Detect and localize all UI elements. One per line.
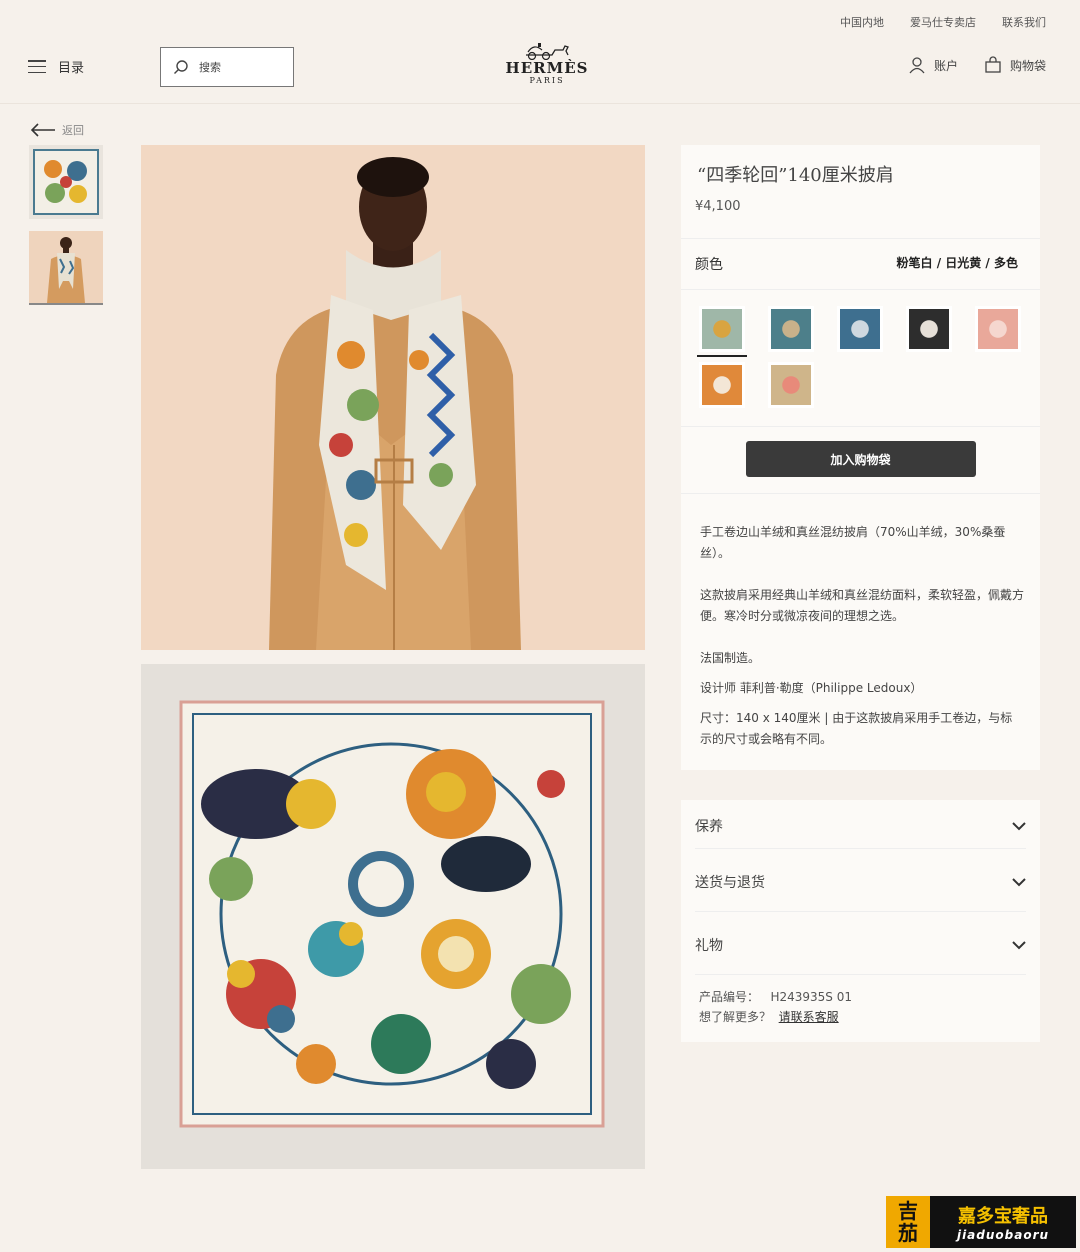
contact-service-link[interactable]: 请联系客服 — [779, 1010, 839, 1024]
help-row: 想了解更多？ 请联系客服 — [699, 1007, 1022, 1027]
scarf-flat-image — [179, 700, 605, 1128]
chevron-down-icon — [1012, 941, 1026, 950]
utility-links: 中国内地 爱马仕专卖店 联系我们 — [840, 14, 1046, 30]
model-thumbnail-image — [47, 237, 85, 303]
color-swatch[interactable] — [768, 362, 814, 408]
watermark-seal: 吉 茄 — [886, 1196, 930, 1248]
description-size: 尺寸：140 x 140厘米 | 由于这款披肩采用手工卷边，与标示的尺寸或会略有… — [700, 711, 1013, 746]
logo-city: PARIS — [529, 76, 565, 85]
watermark-text: 嘉多宝奢品 jiaduobaoru — [930, 1202, 1076, 1242]
sku-row: 产品编号： H243935S 01 — [699, 987, 1022, 1007]
arrow-left-icon — [30, 123, 55, 137]
bag-label: 购物袋 — [1009, 58, 1046, 73]
header-actions: 账户 购物袋 — [908, 56, 1046, 74]
chevron-down-icon — [1012, 822, 1026, 831]
contact-link[interactable]: 联系我们 — [1002, 14, 1046, 30]
menu-label: 目录 — [58, 61, 85, 76]
swatch-pattern — [840, 309, 880, 349]
color-swatches — [681, 290, 1040, 427]
back-label: 返回 — [62, 124, 84, 137]
region-link[interactable]: 中国内地 — [840, 14, 884, 30]
accordion-gift-label: 礼物 — [695, 938, 723, 954]
shopping-bag-icon — [985, 56, 1001, 73]
swatch-pattern — [978, 309, 1018, 349]
account-button[interactable]: 账户 — [908, 56, 958, 74]
swatch-pattern — [702, 309, 742, 349]
product-info-panel: “四季轮回”140厘米披肩 ¥4,100 颜色 粉笔白 / 日光黄 / 多色 加… — [681, 145, 1040, 770]
scarf-thumbnail-image — [33, 149, 99, 215]
hamburger-icon — [28, 60, 46, 73]
watermark-en: jiaduobaoru — [956, 1228, 1050, 1242]
help-label: 想了解更多？ — [699, 1010, 772, 1024]
account-label: 账户 — [933, 58, 958, 73]
description-designer: 设计师 菲利普·勒度（Philippe Ledoux） — [700, 681, 923, 695]
swatch-pattern — [771, 365, 811, 405]
seal-top: 吉 — [898, 1199, 918, 1223]
seal-bottom: 茄 — [898, 1221, 918, 1245]
site-header: 中国内地 爱马仕专卖店 联系我们 目录 搜索 HERMÈS PARIS 账户 购… — [0, 0, 1080, 104]
accordion-gift[interactable]: 礼物 — [695, 912, 1026, 975]
color-swatch[interactable] — [837, 306, 883, 352]
swatch-pattern — [702, 365, 742, 405]
color-swatch[interactable] — [975, 306, 1021, 352]
color-swatch[interactable] — [699, 362, 745, 408]
cart-section: 加入购物袋 — [681, 427, 1040, 494]
back-link[interactable]: 返回 — [30, 122, 84, 138]
product-image-scarf — [141, 664, 645, 1169]
product-description: 手工卷边山羊绒和真丝混纺披肩（70%山羊绒，30%桑蚕丝）。 这款披肩采用经典山… — [681, 494, 1040, 770]
swatch-pattern — [771, 309, 811, 349]
accordion-shipping[interactable]: 送货与退货 — [695, 849, 1026, 912]
accordion-care-label: 保养 — [695, 819, 723, 835]
sku-label: 产品编号： — [699, 990, 760, 1004]
product-title: “四季轮回”140厘米披肩 — [697, 165, 894, 186]
color-row: 颜色 粉笔白 / 日光黄 / 多色 — [681, 239, 1040, 290]
carriage-logo-icon — [526, 43, 569, 60]
color-swatch[interactable] — [906, 306, 952, 352]
color-label: 颜色 — [695, 257, 723, 273]
product-image-model — [141, 145, 645, 650]
sku-value: H243935S 01 — [770, 990, 853, 1004]
description-detail: 这款披肩采用经典山羊绒和真丝混纺面料，柔软轻盈，佩戴方便。寒冷时分或微凉夜间的理… — [700, 588, 1025, 623]
product-price: ¥4,100 — [681, 187, 1040, 239]
search-input[interactable]: 搜索 — [160, 47, 294, 87]
color-swatch[interactable] — [697, 306, 747, 357]
stores-link[interactable]: 爱马仕专卖店 — [910, 14, 976, 30]
color-selected: 粉笔白 / 日光黄 / 多色 — [896, 256, 1018, 270]
shopping-bag-button[interactable]: 购物袋 — [984, 56, 1046, 74]
description-origin: 法国制造。 — [700, 651, 761, 665]
logo-name: HERMÈS — [505, 59, 589, 77]
accordion-shipping-label: 送货与退货 — [695, 875, 765, 891]
brand-logo[interactable]: HERMÈS PARIS — [497, 40, 597, 85]
product-extra-panel: 保养 送货与退货 礼物 产品编号： H243935S 01 想了解更多？ 请联系… — [681, 800, 1040, 1042]
thumbnail-scarf-flat[interactable] — [29, 145, 103, 219]
thumbnail-model[interactable] — [29, 231, 103, 305]
description-material: 手工卷边山羊绒和真丝混纺披肩（70%山羊绒，30%桑蚕丝）。 — [700, 525, 1006, 560]
chevron-down-icon — [1012, 878, 1026, 887]
watermark-logo: 吉 茄 嘉多宝奢品 jiaduobaoru — [886, 1196, 1076, 1248]
search-placeholder: 搜索 — [199, 61, 221, 74]
swatch-pattern — [909, 309, 949, 349]
search-icon — [174, 60, 188, 74]
user-icon — [909, 57, 925, 74]
model-wearing-scarf-image — [269, 157, 521, 650]
product-meta: 产品编号： H243935S 01 想了解更多？ 请联系客服 — [681, 975, 1040, 1039]
menu-button[interactable]: 目录 — [28, 57, 84, 76]
color-swatch[interactable] — [768, 306, 814, 352]
accordion-care[interactable]: 保养 — [695, 800, 1026, 849]
add-to-cart-button[interactable]: 加入购物袋 — [745, 441, 976, 477]
watermark-cn: 嘉多宝奢品 — [958, 1206, 1048, 1227]
